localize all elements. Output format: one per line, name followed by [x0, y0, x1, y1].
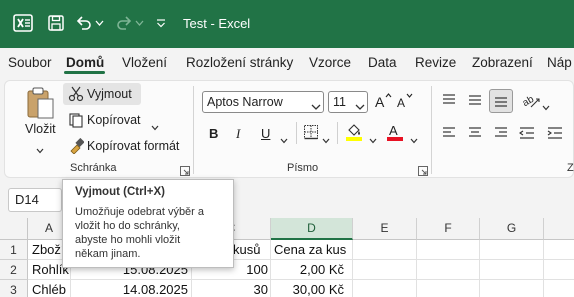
- column-header-g[interactable]: G: [480, 218, 544, 240]
- undo-icon[interactable]: [74, 12, 94, 34]
- decrease-indent-icon[interactable]: [518, 126, 536, 140]
- tooltip-title: Vyjmout (Ctrl+X): [75, 186, 165, 198]
- font-size-combo[interactable]: 11: [328, 91, 368, 113]
- chevron-down-icon: [311, 97, 321, 112]
- tab-formulas[interactable]: Vzorce: [309, 55, 351, 70]
- tab-view[interactable]: Zobrazení: [472, 55, 533, 70]
- tab-insert[interactable]: Vložení: [122, 55, 167, 70]
- cut-tooltip: Vyjmout (Ctrl+X) Umožňuje odebrat výběr …: [62, 179, 234, 268]
- chevron-down-icon: [355, 97, 365, 112]
- orientation-icon[interactable]: ab: [521, 91, 541, 111]
- alignment-group-label: Z: [567, 162, 574, 174]
- gridline: [543, 240, 544, 297]
- italic-button[interactable]: I: [236, 126, 240, 142]
- format-painter-icon[interactable]: [68, 137, 85, 155]
- copy-dropdown-icon[interactable]: [151, 118, 159, 131]
- cell-c3[interactable]: 30: [195, 280, 268, 297]
- select-all-button[interactable]: [0, 218, 28, 240]
- separator: [337, 122, 338, 144]
- font-name-value: Aptos Narrow: [207, 95, 283, 109]
- copy-label[interactable]: Kopírovat: [87, 113, 141, 127]
- clipboard-group-label: Schránka: [70, 162, 117, 174]
- font-color-icon[interactable]: A: [386, 122, 404, 142]
- save-icon[interactable]: [45, 12, 67, 34]
- underline-button[interactable]: U: [261, 126, 270, 141]
- title-bar: Test - Excel: [0, 0, 574, 48]
- paste-dropdown-icon[interactable]: [36, 141, 44, 154]
- svg-text:A: A: [389, 123, 398, 138]
- borders-icon[interactable]: [303, 124, 319, 140]
- group-separator: [431, 86, 432, 174]
- tooltip-line: Umožňuje odebrat výběr a: [75, 206, 205, 218]
- tab-data[interactable]: Data: [368, 55, 397, 70]
- name-box[interactable]: D14: [8, 188, 62, 212]
- cell-a1[interactable]: Zboží: [32, 240, 65, 260]
- row-header-1[interactable]: 1: [0, 240, 28, 260]
- customize-toolbar-icon[interactable]: [155, 12, 167, 34]
- column-header-f[interactable]: F: [417, 218, 480, 240]
- column-header-e[interactable]: E: [353, 218, 417, 240]
- row-header-3[interactable]: 3: [0, 280, 28, 297]
- row-header-2[interactable]: 2: [0, 260, 28, 280]
- align-center-icon[interactable]: [467, 126, 483, 140]
- decrease-font-icon[interactable]: A: [396, 91, 414, 111]
- copy-icon[interactable]: [68, 112, 84, 128]
- column-header-d[interactable]: D: [271, 218, 353, 240]
- tab-home[interactable]: Domů: [66, 55, 104, 70]
- redo-dropdown-icon[interactable]: [134, 12, 144, 34]
- redo-icon[interactable]: [114, 12, 134, 34]
- align-left-icon[interactable]: [441, 126, 457, 140]
- align-top-icon[interactable]: [441, 93, 457, 107]
- undo-dropdown-icon[interactable]: [94, 12, 104, 34]
- tab-page-layout[interactable]: Rozložení stránky: [186, 55, 293, 70]
- svg-text:ab: ab: [521, 94, 536, 109]
- font-name-combo[interactable]: Aptos Narrow: [202, 91, 324, 113]
- cell-a3[interactable]: Chléb: [32, 280, 66, 297]
- tab-review[interactable]: Revize: [415, 55, 456, 70]
- paste-icon[interactable]: [24, 86, 56, 120]
- cell-b3[interactable]: 14.08.2025: [74, 280, 188, 297]
- gridline: [479, 240, 480, 297]
- tab-help[interactable]: Náp: [547, 55, 572, 70]
- orientation-dropdown-icon[interactable]: [542, 98, 550, 111]
- column-header-h[interactable]: [544, 218, 574, 240]
- cell-d2[interactable]: 2,00 Kč: [274, 260, 344, 280]
- gridline: [352, 240, 353, 297]
- fill-color-icon[interactable]: [345, 122, 363, 142]
- svg-text:A: A: [397, 96, 405, 110]
- format-painter-label[interactable]: Kopírovat formát: [87, 139, 179, 153]
- separator: [296, 122, 297, 144]
- borders-dropdown-icon[interactable]: [322, 131, 330, 144]
- increase-font-icon[interactable]: A: [374, 91, 392, 111]
- window-title: Test - Excel: [183, 16, 251, 31]
- tooltip-line: vložit ho do schránky,: [75, 220, 180, 232]
- fill-color-dropdown-icon[interactable]: [369, 131, 377, 144]
- scissors-icon: [68, 86, 84, 102]
- underline-dropdown-icon[interactable]: [280, 131, 288, 144]
- bold-button[interactable]: B: [209, 126, 218, 141]
- align-right-icon[interactable]: [493, 126, 509, 140]
- cell-d1[interactable]: Cena za kus: [274, 240, 346, 260]
- cut-label: Vyjmout: [87, 87, 132, 101]
- align-bottom-icon: [493, 94, 509, 108]
- tooltip-line: abyste ho mohli vložit: [75, 234, 181, 246]
- font-launcher-icon[interactable]: [418, 163, 428, 176]
- excel-logo-icon: [12, 12, 34, 34]
- cell-c1[interactable]: kusů: [233, 240, 260, 260]
- gridline: [416, 240, 417, 297]
- align-middle-icon[interactable]: [467, 93, 483, 107]
- font-size-value: 11: [333, 95, 346, 109]
- svg-text:A: A: [375, 94, 385, 110]
- font-group-label: Písmo: [287, 162, 319, 174]
- increase-indent-icon[interactable]: [546, 126, 564, 140]
- clipboard-launcher-icon[interactable]: [180, 163, 190, 176]
- paste-label[interactable]: Vložit: [25, 122, 56, 136]
- tab-file[interactable]: Soubor: [8, 55, 52, 70]
- cell-d3[interactable]: 30,00 Kč: [274, 280, 344, 297]
- font-color-dropdown-icon[interactable]: [410, 131, 418, 144]
- group-separator: [193, 86, 194, 174]
- tooltip-line: někam jinam.: [75, 248, 141, 260]
- gridline: [270, 240, 271, 297]
- active-tab-indicator: [64, 71, 105, 74]
